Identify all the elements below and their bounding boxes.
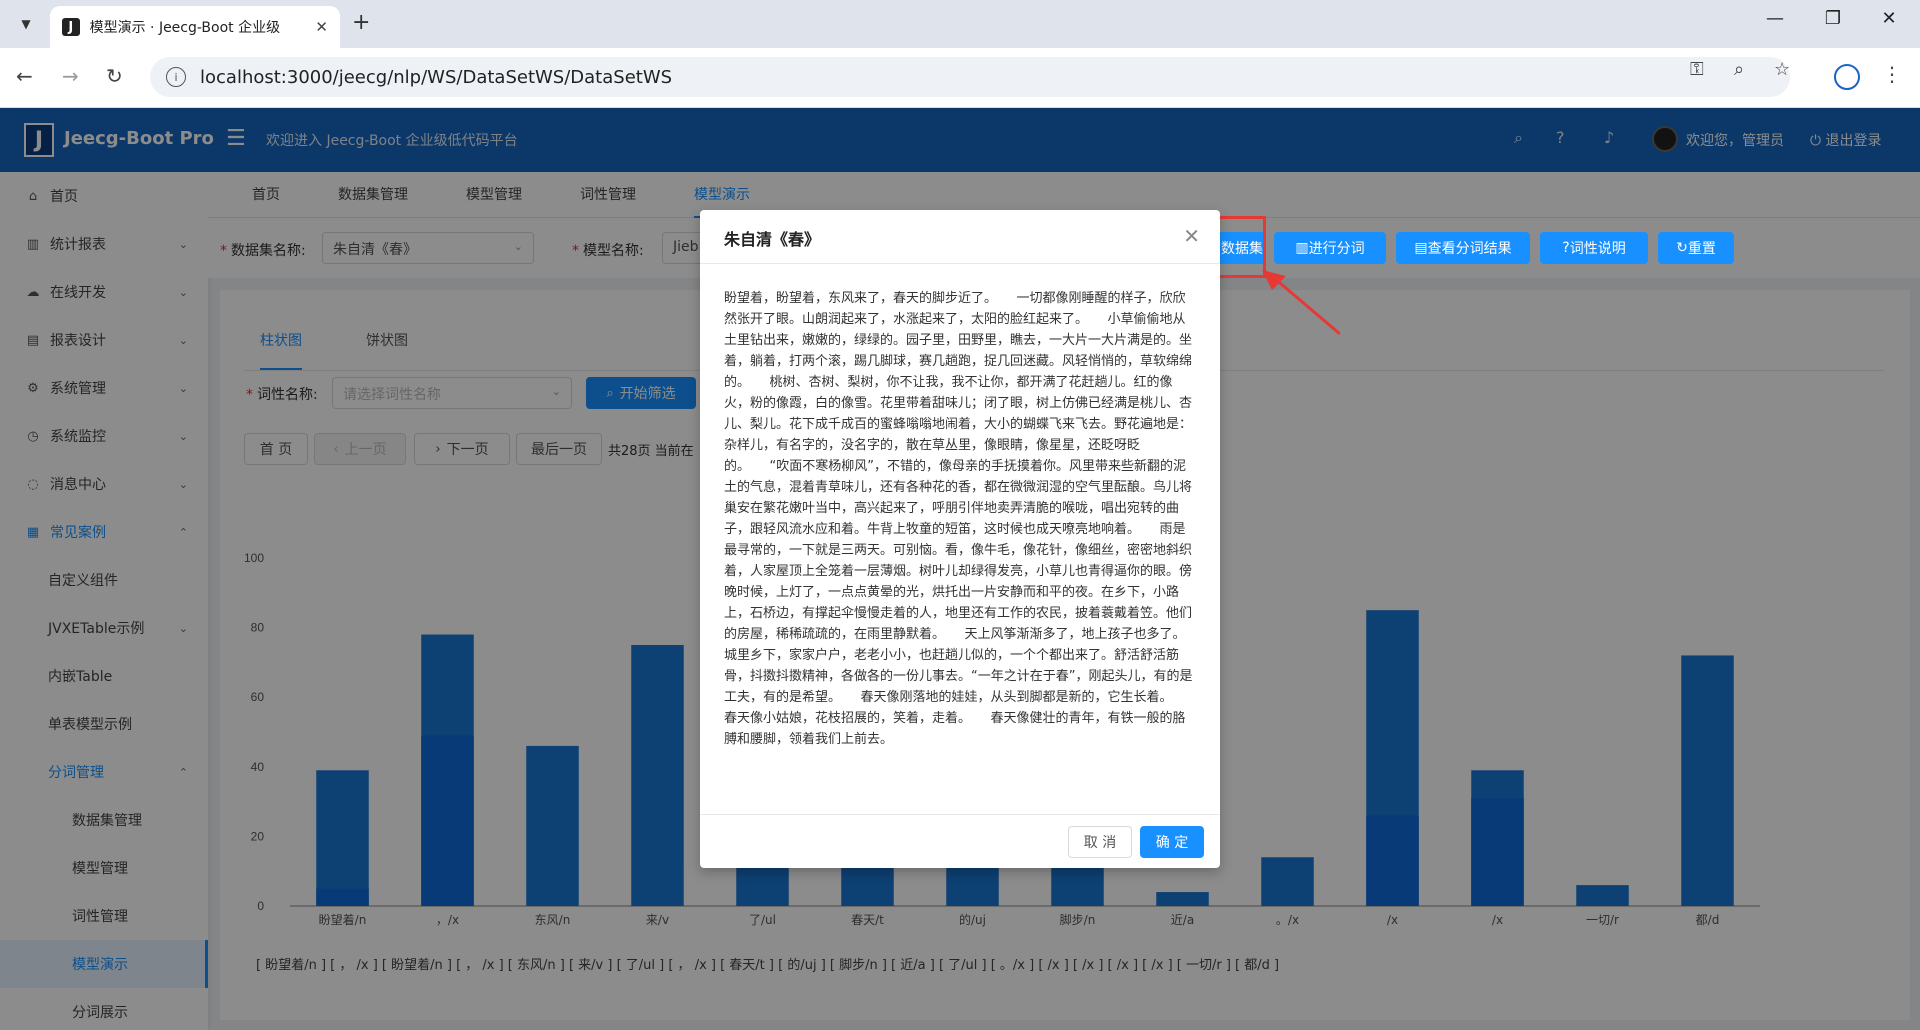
ok-button[interactable]: 确 定 bbox=[1140, 826, 1204, 858]
reload-icon: ↻ bbox=[1676, 240, 1688, 256]
profile-icon[interactable] bbox=[1834, 64, 1860, 90]
close-icon[interactable]: ✕ bbox=[1183, 224, 1200, 248]
modal-header: 朱自清《春》 ✕ bbox=[700, 210, 1220, 264]
password-key-icon[interactable]: ⚿ bbox=[1690, 59, 1704, 80]
url-text[interactable]: localhost:3000/jeecg/nlp/WS/DataSetWS/Da… bbox=[200, 67, 672, 88]
browser-menu-icon[interactable]: ⋮ bbox=[1882, 62, 1902, 86]
browser-tab[interactable]: J 模型演示 · Jeecg-Boot 企业级 ✕ bbox=[50, 6, 340, 48]
restore-icon[interactable]: ❐ bbox=[1810, 8, 1856, 29]
question-circle-icon: ? bbox=[1562, 240, 1570, 256]
tab-list-chevron-icon[interactable]: ▼ bbox=[12, 10, 40, 38]
dataset-preview-modal: 朱自清《春》 ✕ 盼望着，盼望着，东风来了，春天的脚步近了。 一切都像刚睡醒的样… bbox=[700, 210, 1220, 868]
modal-footer: 取 消 确 定 bbox=[700, 814, 1220, 868]
file-search-icon: ▤ bbox=[1414, 240, 1428, 256]
site-info-icon[interactable]: i bbox=[166, 67, 186, 87]
forward-arrow-icon[interactable]: → bbox=[62, 64, 79, 88]
favicon-icon: J bbox=[62, 18, 80, 36]
address-bar-row: ← → ↻ i localhost:3000/jeecg/nlp/WS/Data… bbox=[0, 48, 1920, 108]
bookmark-star-icon[interactable]: ☆ bbox=[1774, 59, 1790, 80]
view-result-button[interactable]: ▤ 查看分词结果 bbox=[1396, 232, 1530, 264]
new-tab-plus-icon[interactable]: + bbox=[352, 10, 370, 35]
segment-button[interactable]: ▥ 进行分词 bbox=[1274, 232, 1386, 264]
red-annotation-arrow bbox=[1262, 270, 1340, 336]
minimize-icon[interactable]: — bbox=[1752, 8, 1798, 29]
back-arrow-icon[interactable]: ← bbox=[16, 64, 33, 88]
modal-title: 朱自清《春》 bbox=[724, 230, 821, 249]
close-tab-icon[interactable]: ✕ bbox=[315, 18, 328, 36]
reset-button[interactable]: ↻ 重置 bbox=[1658, 232, 1734, 264]
cancel-button[interactable]: 取 消 bbox=[1068, 826, 1132, 858]
url-omnibox[interactable]: i localhost:3000/jeecg/nlp/WS/DataSetWS/… bbox=[150, 57, 1790, 97]
close-window-icon[interactable]: ✕ bbox=[1866, 8, 1912, 29]
bar-chart-icon: ▥ bbox=[1295, 240, 1309, 256]
reload-icon[interactable]: ↻ bbox=[106, 64, 123, 88]
zoom-icon[interactable]: ⌕ bbox=[1734, 59, 1744, 80]
browser-tab-title: 模型演示 · Jeecg-Boot 企业级 bbox=[89, 20, 281, 36]
modal-body-text: 盼望着，盼望着，东风来了，春天的脚步近了。 一切都像刚睡醒的样子，欣欣然张开了眼… bbox=[724, 291, 1193, 747]
pos-description-button[interactable]: ? 词性说明 bbox=[1540, 232, 1648, 264]
browser-tab-bar: ▼ J 模型演示 · Jeecg-Boot 企业级 ✕ + — ❐ ✕ bbox=[0, 0, 1920, 48]
